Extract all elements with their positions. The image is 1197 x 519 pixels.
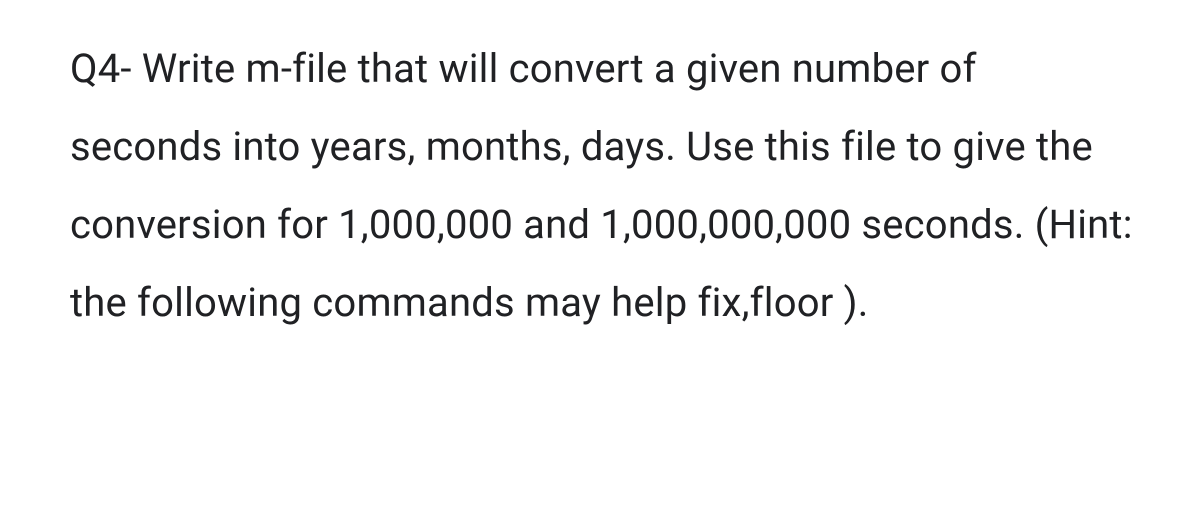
question-text: Q4- Write m-file that will convert a giv… bbox=[70, 30, 1137, 342]
